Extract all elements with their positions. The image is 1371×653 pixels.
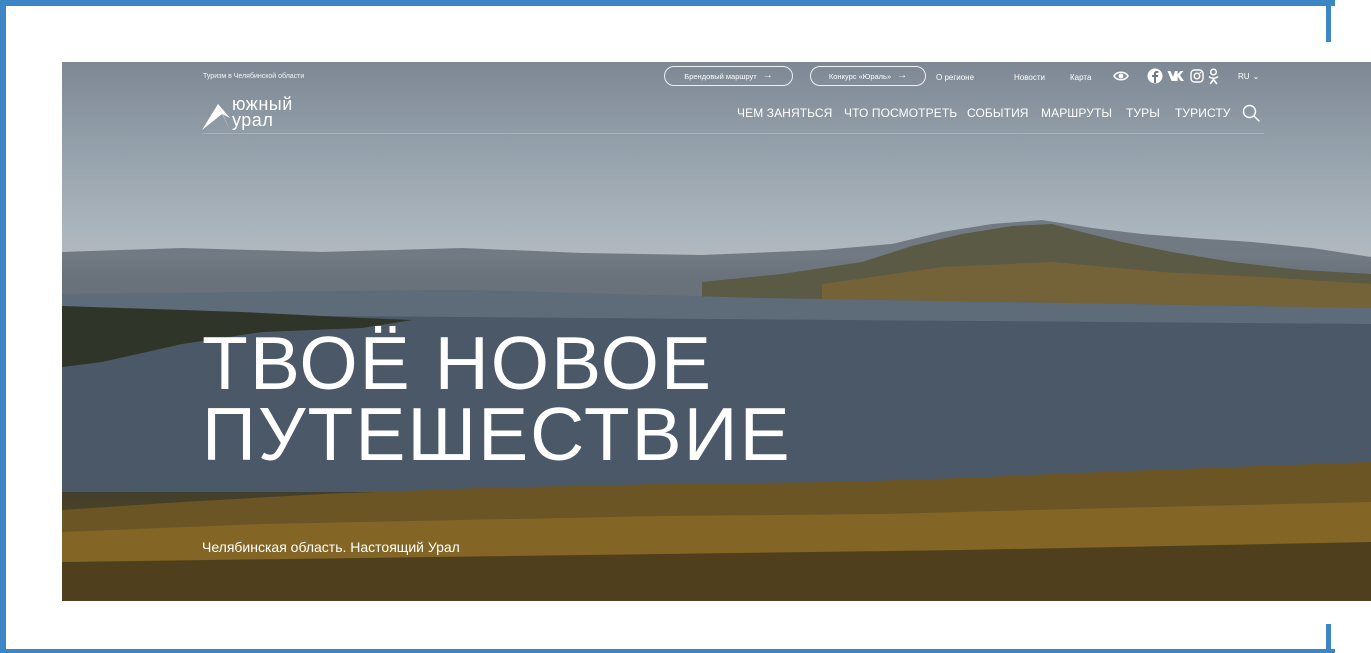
about-region-link[interactable]: О регионе [936, 73, 974, 82]
nav-item-events[interactable]: СОБЫТИЯ [967, 106, 1029, 120]
language-label: RU [1238, 72, 1250, 81]
mountain-logo-icon[interactable] [202, 102, 230, 130]
hero-banner: Туризм в Челябинской области Брендовый м… [62, 62, 1371, 601]
map-link[interactable]: Карта [1070, 73, 1091, 82]
site-logo-text[interactable]: южный урал [232, 95, 293, 130]
facebook-icon[interactable] [1147, 68, 1163, 84]
search-icon[interactable] [1242, 104, 1260, 122]
frame-bottom-border [0, 649, 1335, 653]
contest-label: Конкурс «Юраль» [828, 71, 892, 81]
news-link[interactable]: Новости [1014, 73, 1045, 82]
frame-top-border [0, 0, 1335, 6]
nav-item-routes[interactable]: МАРШРУТЫ [1041, 106, 1112, 120]
nav-item-tourist[interactable]: ТУРИСТУ [1175, 106, 1231, 120]
odnoklassniki-icon[interactable] [1208, 68, 1219, 85]
arrow-right-icon: → [762, 70, 773, 81]
language-selector[interactable]: RU ⌄ [1238, 72, 1259, 81]
vk-icon[interactable] [1167, 70, 1187, 82]
arrow-right-icon: → [897, 70, 908, 81]
eye-icon[interactable] [1113, 70, 1129, 82]
brand-route-label: Брендовый маршрут [684, 71, 757, 81]
header-divider [202, 133, 1264, 134]
nav-item-sights[interactable]: ЧТО ПОСМОТРЕТЬ [844, 106, 957, 120]
hero-headline: ТВОЁ НОВОЕ ПУТЕШЕСТВИЕ [202, 321, 792, 476]
frame-left-border [0, 0, 6, 653]
nav-item-tours[interactable]: ТУРЫ [1126, 106, 1160, 120]
frame-right-border-top [1326, 0, 1331, 42]
nav-item-activities[interactable]: ЧЕМ ЗАНЯТЬСЯ [737, 106, 832, 120]
chevron-down-icon: ⌄ [1252, 72, 1260, 81]
brand-route-button[interactable]: Брендовый маршрут → [664, 66, 793, 86]
site-tagline: Туризм в Челябинской области [203, 73, 305, 80]
contest-button[interactable]: Конкурс «Юраль» → [810, 66, 926, 86]
hero-headline-line-1: ТВОЁ НОВОЕ [202, 321, 713, 405]
instagram-icon[interactable] [1190, 69, 1204, 83]
hero-headline-line-2: ПУТЕШЕСТВИЕ [202, 392, 792, 476]
logo-line-2: урал [232, 110, 274, 130]
hero-subtitle: Челябинская область. Настоящий Урал [202, 539, 460, 555]
